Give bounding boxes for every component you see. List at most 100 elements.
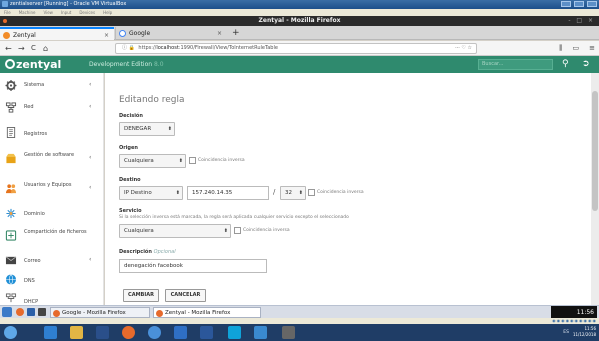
origen-select[interactable]: Cualquiera ⬍ [119,154,186,168]
descripcion-input[interactable]: denegación facebook [119,259,267,273]
destino-ip-input[interactable]: 157.240.14.35 [187,186,269,200]
sidebar-toggle-icon[interactable]: ▭ [573,43,580,54]
mail-icon [5,256,17,265]
sidebar-item-dns[interactable]: DNS [0,270,104,290]
guest-start-icon[interactable] [2,307,12,317]
tab-bar: Zentyal × Google × + [0,26,599,40]
chevron-down-icon: ⬍ [175,190,180,196]
servicio-inverse-checkbox[interactable] [234,227,241,234]
menu-icon[interactable]: ≡ [589,43,595,54]
url-domain: localhost [156,45,179,51]
destino-mask-select[interactable]: 32 ⬍ [280,186,306,200]
media-icon[interactable] [96,326,109,339]
forward-icon[interactable]: → [18,43,25,54]
sidebar-item-sistema[interactable]: Sistema ‹ [0,76,104,96]
virtualbox-icon[interactable] [254,326,267,339]
firefox-icon[interactable] [122,326,135,339]
url-prefix: https:// [138,45,157,51]
menu-view[interactable]: View [43,9,53,16]
reload-icon[interactable]: C [31,43,36,54]
sidebar-item-gestion-software[interactable]: Gestión de software ‹ [0,149,104,169]
tab-label: Google [129,30,151,37]
terminal-quicklaunch-icon[interactable] [38,308,46,316]
close-icon[interactable] [587,1,597,7]
firefox-icon [53,310,60,317]
menu-input[interactable]: Input [61,9,71,16]
destino-inverse-checkbox[interactable] [308,189,315,196]
skype-icon[interactable] [228,326,241,339]
tab-google[interactable]: Google × [115,27,227,40]
close-tab-icon[interactable]: × [217,27,222,40]
google-favicon-icon [119,30,126,37]
window-controls[interactable] [561,1,597,7]
word-icon[interactable] [200,326,213,339]
url-bar[interactable]: ⓘ 🔒 https://localhost:1990/Firewall/View… [115,43,477,54]
menu-file[interactable]: File [4,9,11,16]
edition-label: Development Edition 8.0 [89,61,164,68]
system-tray[interactable]: ES [563,324,569,341]
search-input[interactable]: Buscar... [478,59,553,70]
navigation-bar: ← → C ⌂ ⓘ 🔒 https://localhost:1990/Firew… [0,41,599,56]
task-zentyal-firefox[interactable]: Zentyal - Mozilla Firefox [153,307,261,318]
main-scrollbar[interactable] [591,73,599,305]
tab-zentyal[interactable]: Zentyal × [0,27,114,40]
url-path: :1990/Firewall/View/ToInternetRuleTable [178,45,278,51]
origen-inverse-checkbox[interactable] [189,157,196,164]
virtualbox-title: zentialserver [Running] - Oracle VM Virt… [10,1,127,7]
decision-select[interactable]: DENEGAR ⬍ [119,122,175,136]
sidebar-item-dominio[interactable]: Dominio [0,204,104,224]
menu-machine[interactable]: Machine [19,9,36,16]
sidebar-item-red[interactable]: Red ‹ [0,98,104,118]
servicio-hint: Si la selección inversa está marcada, la… [119,215,349,220]
origen-inverse-label: Coincidencia inversa [198,158,245,163]
firefox-icon [156,310,163,317]
sidebar-item-usuarios[interactable]: Usuarios y Equipos ‹ [0,179,104,199]
tab-label: Zentyal [13,32,36,39]
zentyal-header: zentyal Development Edition 8.0 Buscar..… [0,56,599,73]
ie-icon[interactable] [44,326,57,339]
chevron-down-icon: ⬍ [178,158,183,164]
chevron-left-icon: ‹ [89,256,92,263]
back-icon[interactable]: ← [5,43,12,54]
firefox-icon [3,19,7,23]
task-google-firefox[interactable]: Google - Mozilla Firefox [50,307,150,318]
sidebar: Sistema ‹ Red ‹ Registros Gestión de sof… [0,73,104,305]
explorer-quicklaunch-icon[interactable] [27,308,35,316]
change-button[interactable]: CAMBIAR [123,289,159,302]
logout-icon[interactable]: ➲ [582,57,590,72]
servicio-select[interactable]: Cualquiera ⬍ [119,224,231,238]
app-icon[interactable] [174,326,187,339]
firefox-window-controls[interactable]: - □ × [568,16,595,26]
menu-devices[interactable]: Devices [79,9,95,16]
home-icon[interactable]: ⌂ [43,43,48,54]
destino-type-select[interactable]: IP Destino ⬍ [119,186,183,200]
guest-taskbar: Google - Mozilla Firefox Zentyal - Mozil… [0,305,599,319]
search-icon[interactable]: ⚲ [562,57,569,72]
minimize-icon[interactable] [561,1,571,7]
library-icon[interactable]: ⫼ [559,43,562,54]
zentyal-logo[interactable]: zentyal [5,57,61,72]
new-tab-button[interactable]: + [232,27,240,40]
menu-help[interactable]: Help [103,9,112,16]
chrome-icon[interactable] [148,326,161,339]
folder-icon[interactable] [70,326,83,339]
sidebar-item-comparticion[interactable]: Compartición de ficheros [0,226,104,246]
page-actions[interactable]: ··· ♡ ☆ [455,44,472,53]
host-taskbar: ES 11:56 11/12/2018 [0,324,599,341]
users-icon [5,184,17,194]
firefox-quicklaunch-icon[interactable] [16,308,24,316]
cancel-button[interactable]: CANCELAR [165,289,206,302]
sidebar-item-correo[interactable]: Correo ‹ [0,251,104,271]
optional-hint: Opcional [153,249,176,255]
mask-separator: / [273,188,276,196]
terminal-icon[interactable] [282,326,295,339]
chevron-down-icon: ⬍ [223,228,228,234]
descripcion-label: Descripción Opcional [119,249,176,255]
chevron-left-icon: ‹ [89,184,92,191]
windows-start-icon[interactable] [4,326,17,339]
scrollbar-thumb[interactable] [592,91,598,211]
info-icon[interactable]: ⓘ 🔒 [122,45,135,51]
logo-ring-icon [5,59,15,69]
maximize-icon[interactable] [574,1,584,7]
sidebar-item-registros[interactable]: Registros [0,123,104,143]
